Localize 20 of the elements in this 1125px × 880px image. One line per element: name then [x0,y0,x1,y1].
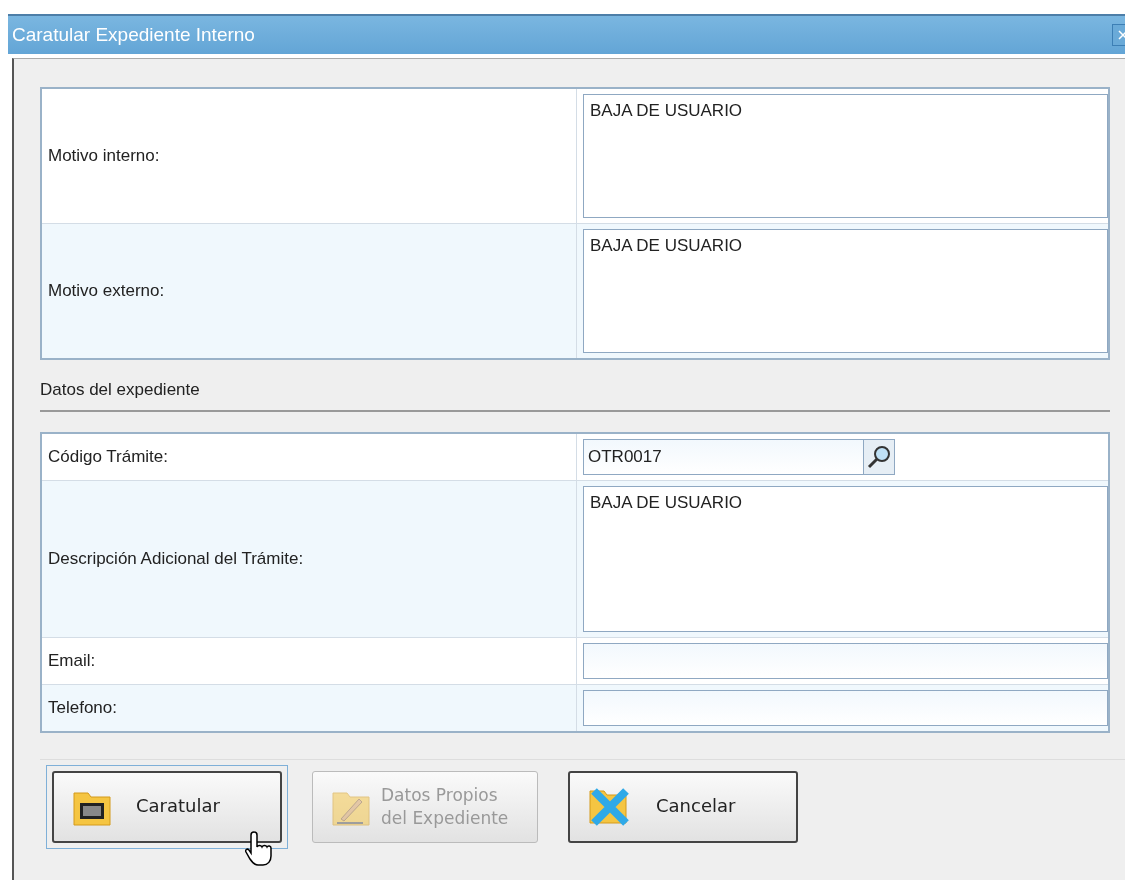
action-button[interactable]: Caratular [52,770,282,843]
text-area[interactable]: BAJA DE USUARIO [583,94,1108,218]
field-label: Descripción Adicional del Trámite: [41,480,577,638]
hand-cursor-icon [245,830,275,866]
field-label: Código Trámite: [41,433,577,481]
window-title: Caratular Expediente Interno [12,24,255,46]
field-label: Motivo interno: [41,88,577,224]
field-label: Telefono: [41,684,577,732]
close-icon [1118,30,1125,40]
field-label: Motivo externo: [41,223,577,359]
search-icon [866,444,892,470]
input-field[interactable] [583,643,1108,679]
code-field[interactable]: OTR0017 [583,439,863,475]
section-title: Datos del expediente [40,380,200,400]
field-label: Email: [41,637,577,685]
search-button[interactable] [863,439,895,475]
action-button[interactable]: Cancelar [568,770,798,843]
input-field[interactable] [583,690,1108,726]
text-area[interactable]: BAJA DE USUARIO [583,229,1108,353]
text-area[interactable]: BAJA DE USUARIO [583,486,1108,632]
